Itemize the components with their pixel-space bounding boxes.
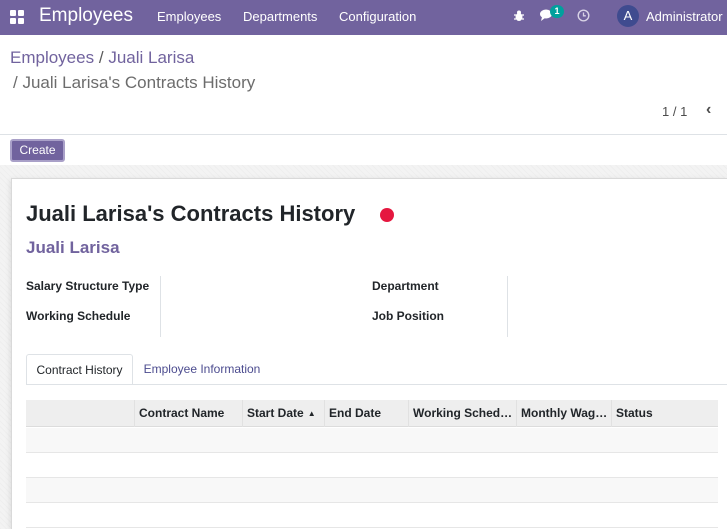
salary-structure-type-label: Salary Structure Type — [26, 279, 150, 293]
tabs-underline — [26, 384, 727, 385]
column-start-date[interactable]: Start Date ▲ — [242, 400, 324, 427]
user-menu-name[interactable]: Administrator (c — [646, 9, 727, 24]
working-schedule-label: Working Schedule — [26, 309, 131, 323]
job-position-label: Job Position — [372, 309, 444, 323]
top-navbar: Employees Employees Departments Configur… — [0, 0, 727, 35]
field-divider-right — [507, 276, 508, 337]
menu-departments[interactable]: Departments — [243, 9, 317, 24]
status-indicator-dot[interactable] — [380, 208, 394, 222]
column-working-schedule[interactable]: Working Sched… — [408, 400, 516, 427]
debug-bug-icon[interactable] — [513, 9, 525, 25]
apps-menu-icon[interactable] — [10, 10, 24, 24]
activity-clock-icon[interactable] — [577, 9, 590, 25]
form-title: Juali Larisa's Contracts History — [26, 201, 356, 226]
create-button[interactable]: Create — [10, 139, 65, 162]
menu-employees[interactable]: Employees — [157, 9, 221, 24]
table-row — [26, 453, 718, 478]
breadcrumb-separator: / — [98, 48, 104, 67]
messages-count-badge: 1 — [550, 5, 564, 18]
tab-contract-history[interactable]: Contract History — [26, 354, 133, 385]
sort-ascending-icon: ▲ — [307, 409, 316, 418]
menu-configuration[interactable]: Configuration — [339, 9, 416, 24]
pager-previous-button[interactable]: ‹ — [706, 101, 711, 119]
table-row — [26, 503, 718, 528]
table-header: Contract Name Start Date ▲ End Date Worki… — [26, 400, 718, 427]
department-label: Department — [372, 279, 439, 293]
table-row — [26, 478, 718, 503]
user-avatar[interactable]: A — [617, 5, 639, 27]
breadcrumb: Employees / Juali Larisa — [10, 48, 194, 68]
breadcrumb-current: / Juali Larisa's Contracts History — [13, 73, 256, 92]
employee-name-link[interactable]: Juali Larisa — [26, 238, 120, 258]
app-title[interactable]: Employees — [39, 5, 133, 27]
field-divider-left — [160, 276, 161, 337]
column-monthly-wage[interactable]: Monthly Wag… — [516, 400, 611, 427]
column-end-date[interactable]: End Date — [324, 400, 408, 427]
column-status[interactable]: Status — [611, 400, 718, 427]
tab-employee-information[interactable]: Employee Information — [133, 354, 271, 385]
pager-value[interactable]: 1 / 1 — [662, 104, 687, 119]
breadcrumb-employees-link[interactable]: Employees — [10, 48, 94, 67]
table-row — [26, 428, 718, 453]
breadcrumb-employee-link[interactable]: Juali Larisa — [108, 48, 194, 67]
control-panel-divider — [0, 134, 727, 135]
column-contract-name[interactable]: Contract Name — [134, 400, 242, 427]
